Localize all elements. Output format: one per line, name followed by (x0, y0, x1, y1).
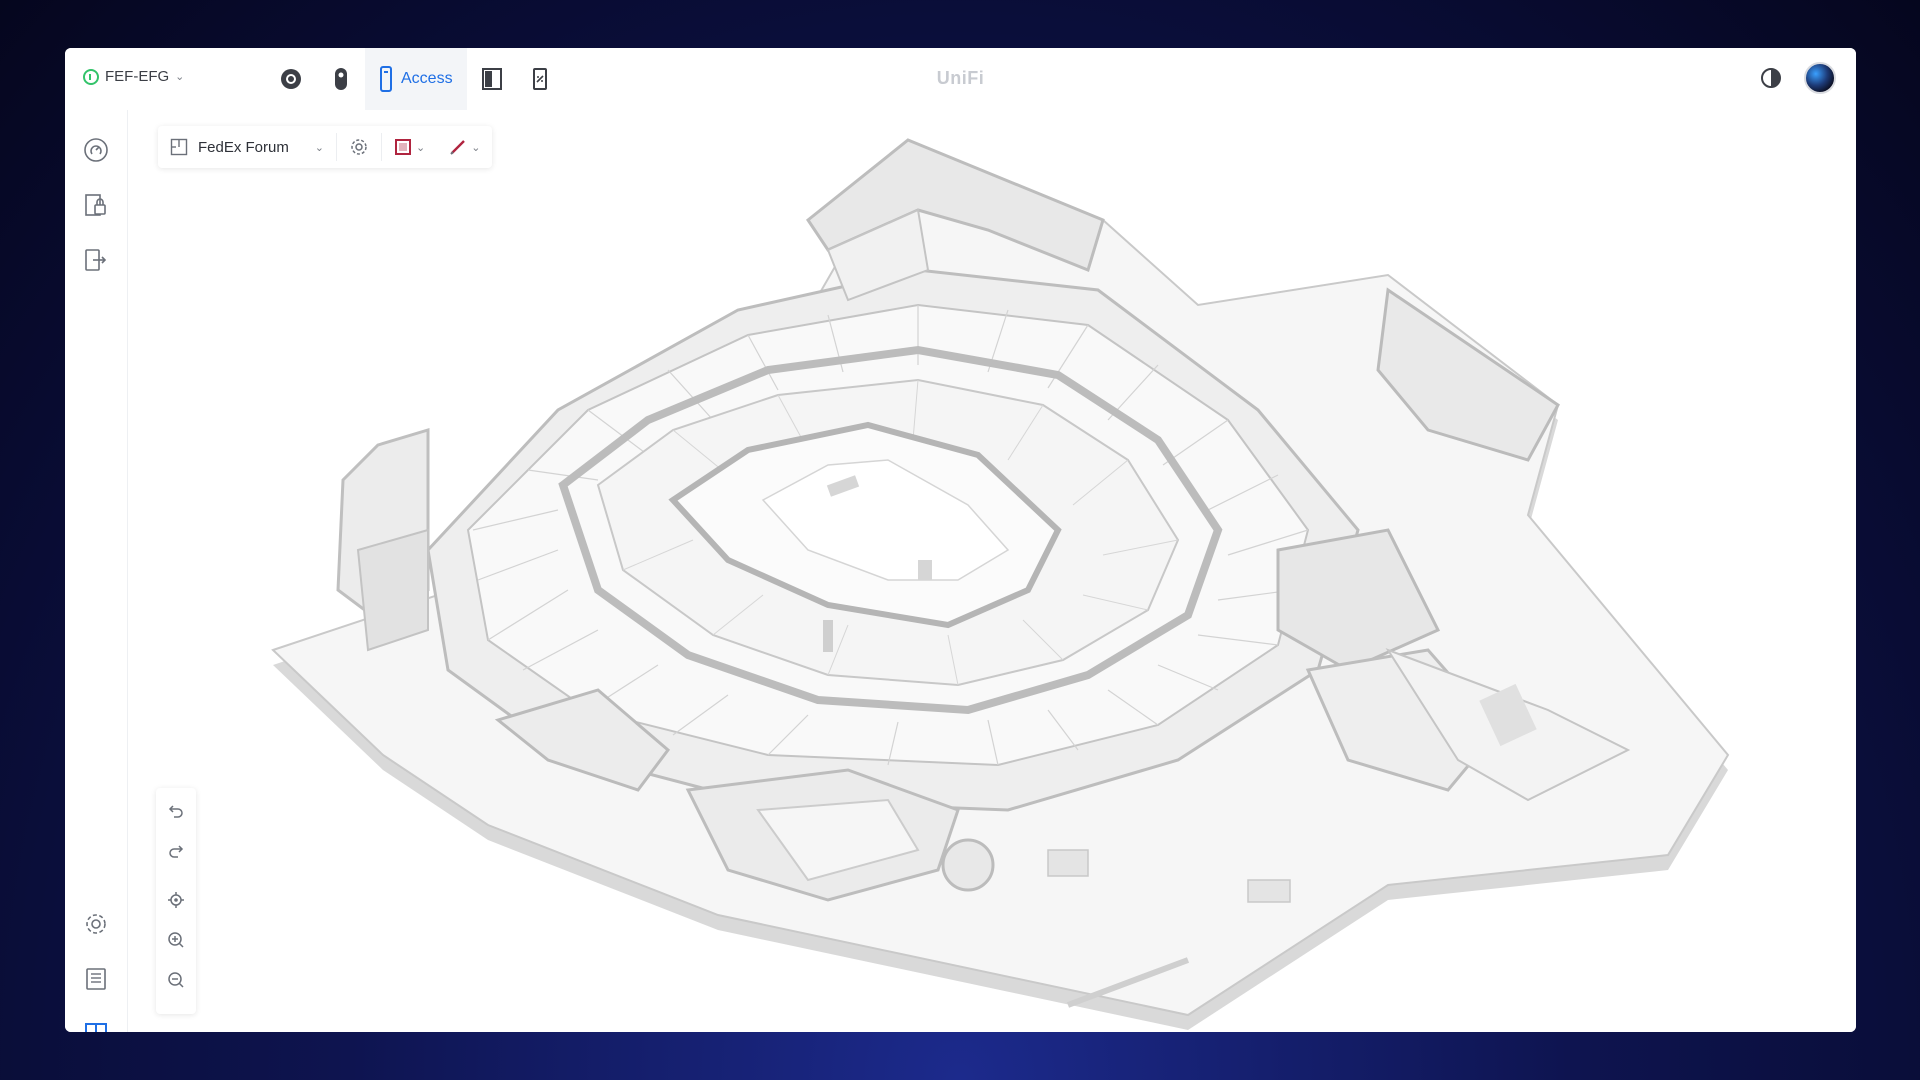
dashboard-icon (83, 137, 109, 163)
sidebar-item-floorplan[interactable] (80, 1018, 112, 1032)
floorplan-select-icon (170, 138, 188, 156)
app-window: FEF-EFG ⌄ Access UniFi FedEx Forum ⌄ ⌄ ⌄ (65, 48, 1856, 1032)
theme-toggle-icon[interactable] (1760, 67, 1782, 89)
chevron-down-icon: ⌄ (175, 71, 185, 83)
door-lock-icon (83, 192, 109, 218)
exit-device-icon (83, 247, 109, 273)
chevron-down-icon: ⌄ (416, 141, 426, 154)
floorplan-selector[interactable]: FedEx Forum ⌄ (158, 138, 336, 156)
locate-button[interactable] (164, 888, 188, 912)
logs-icon (83, 966, 109, 992)
online-status-icon (83, 68, 99, 85)
sidebar-item-doors[interactable] (80, 189, 112, 221)
sidebar-item-dashboard[interactable] (80, 134, 112, 166)
chevron-down-icon: ⌄ (314, 141, 324, 154)
sidebar-item-settings[interactable] (80, 908, 112, 940)
app-tab-protect[interactable] (265, 48, 317, 110)
sidebar (65, 110, 128, 1032)
talk-intercom-icon (331, 66, 351, 92)
redo-button[interactable] (164, 838, 188, 862)
draw-shape-button[interactable]: ⌄ (382, 126, 437, 168)
brand-title: UniFi (936, 68, 985, 88)
app-tab-talk[interactable] (317, 48, 365, 110)
access-phone-icon (379, 66, 393, 92)
site-name: FEF-EFG (105, 68, 170, 85)
connect-device-icon (531, 67, 549, 91)
redo-icon (167, 841, 185, 859)
app-tab-access[interactable]: Access (365, 48, 467, 110)
pen-tool-icon (449, 138, 467, 156)
chevron-down-icon: ⌄ (471, 141, 481, 154)
floorplan-toolbar: FedEx Forum ⌄ ⌄ ⌄ (158, 126, 493, 168)
zoom-in-icon (167, 931, 185, 949)
floorplan-name: FedEx Forum (198, 138, 289, 156)
sidebar-item-logs[interactable] (80, 963, 112, 995)
site-selector[interactable]: FEF-EFG ⌄ (83, 68, 184, 85)
settings-icon (83, 911, 109, 937)
app-tab-door[interactable] (467, 48, 517, 110)
draw-shape-icon (394, 138, 412, 156)
locate-icon (167, 891, 185, 909)
map-controls (156, 788, 196, 1014)
door-panel-icon (481, 67, 503, 91)
top-right-controls (1760, 62, 1836, 94)
floorplan-canvas[interactable]: FedEx Forum ⌄ ⌄ ⌄ (128, 110, 1856, 1032)
pen-tool-button[interactable]: ⌄ (437, 126, 492, 168)
app-tab-access-label: Access (401, 70, 453, 87)
map-settings-button[interactable] (337, 126, 381, 168)
undo-button[interactable] (164, 798, 188, 822)
zoom-in-button[interactable] (164, 928, 188, 952)
top-bar: FEF-EFG ⌄ Access UniFi (65, 48, 1856, 111)
zoom-out-icon (167, 971, 185, 989)
map-settings-icon (349, 137, 369, 157)
floorplan-icon (83, 1021, 109, 1032)
protect-camera-icon (279, 67, 303, 91)
app-switcher: Access (265, 48, 563, 110)
zoom-out-button[interactable] (164, 968, 188, 992)
arena-3d-model[interactable] (128, 110, 1856, 1032)
undo-icon (167, 801, 185, 819)
app-tab-connect[interactable] (517, 48, 563, 110)
user-avatar[interactable] (1804, 62, 1836, 94)
sidebar-item-devices[interactable] (80, 244, 112, 276)
